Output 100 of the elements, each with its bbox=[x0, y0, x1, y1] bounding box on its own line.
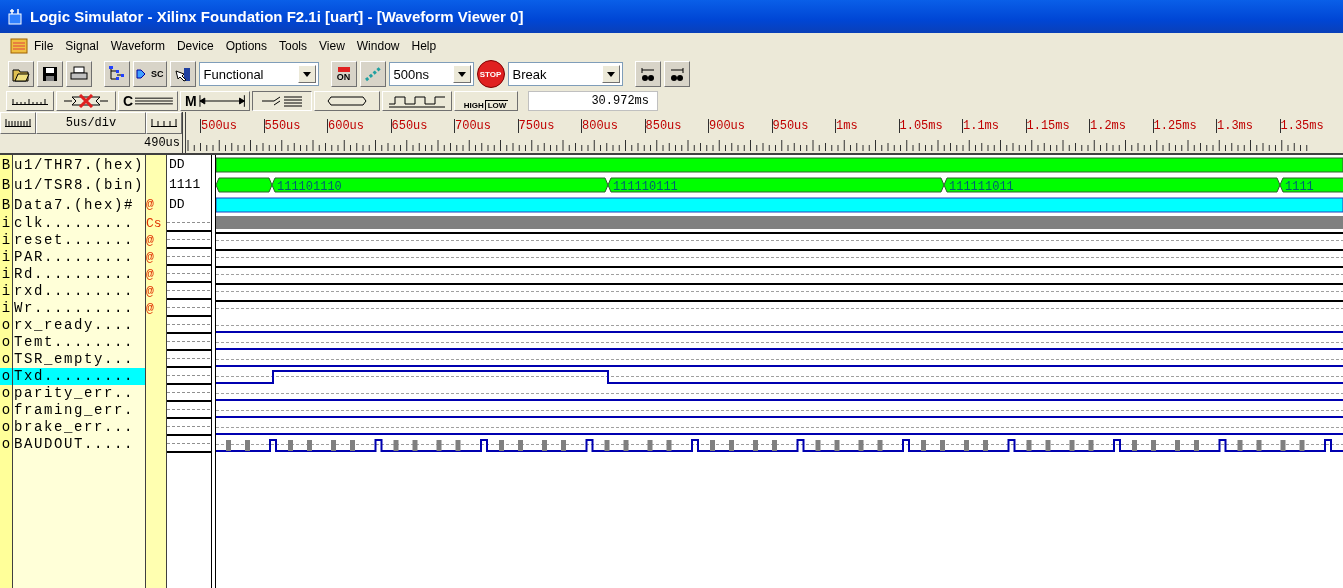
time-label: 1.25ms bbox=[1152, 119, 1216, 133]
marker-cell: Cs bbox=[146, 215, 167, 232]
save-button[interactable] bbox=[37, 61, 63, 87]
ruler-icon bbox=[12, 97, 48, 105]
signal-type: o bbox=[0, 385, 13, 402]
zoom-in-button[interactable] bbox=[0, 112, 36, 134]
signal-name[interactable]: PAR......... bbox=[13, 249, 146, 266]
signal-type: i bbox=[0, 300, 13, 317]
hand-pointer-icon bbox=[173, 65, 192, 83]
bus-icon bbox=[327, 95, 367, 107]
value-cell bbox=[167, 232, 212, 249]
pointer-button[interactable] bbox=[169, 61, 196, 87]
clear-button[interactable]: C bbox=[118, 91, 178, 111]
menu-item[interactable]: Waveform bbox=[104, 36, 171, 55]
value-cell bbox=[167, 249, 212, 266]
probe-button[interactable]: SC bbox=[133, 61, 167, 87]
find-previous-button[interactable] bbox=[634, 61, 661, 87]
marker-cell: @ bbox=[146, 300, 167, 317]
value-cell: 1111 bbox=[167, 175, 212, 195]
signal-name[interactable]: TSR_empty... bbox=[13, 351, 146, 368]
on-button[interactable]: ON bbox=[330, 61, 357, 87]
mode-dropdown[interactable]: Functional bbox=[198, 62, 319, 86]
binoculars-icon bbox=[668, 66, 685, 82]
step-dropdown[interactable]: 500ns bbox=[388, 62, 474, 86]
marker-button[interactable]: M bbox=[180, 91, 250, 111]
signal-type: B bbox=[0, 155, 13, 175]
hierarchy-button[interactable] bbox=[104, 61, 130, 87]
signal-name[interactable]: rxd......... bbox=[13, 283, 146, 300]
time-label: 1.05ms bbox=[898, 119, 962, 133]
marker-cell: @ bbox=[146, 249, 167, 266]
high-low-button[interactable]: HIGH LOW bbox=[454, 91, 518, 111]
value-cell: DD bbox=[167, 155, 212, 175]
app-icon bbox=[6, 7, 24, 26]
signal-name[interactable]: Temt........ bbox=[13, 334, 146, 351]
open-button[interactable] bbox=[8, 61, 34, 87]
menu-item[interactable]: Window bbox=[350, 36, 406, 55]
signal-type: B bbox=[0, 175, 13, 195]
signal-name[interactable]: Txd......... bbox=[13, 368, 146, 385]
time-label: 1.1ms bbox=[962, 119, 1026, 133]
time-label: 700us bbox=[454, 119, 518, 133]
signal-name[interactable]: reset....... bbox=[13, 232, 146, 249]
window-title: Logic Simulator - Xilinx Foundation F2.1i [uart] - [Waveform Viewer 0] bbox=[30, 8, 524, 25]
stop-button[interactable]: STOP bbox=[476, 60, 505, 88]
printer-icon bbox=[70, 66, 88, 82]
signal-name[interactable]: framing_err. bbox=[13, 402, 146, 419]
signal-name[interactable]: u1/THR7.(hex) bbox=[13, 155, 146, 175]
value-cell bbox=[167, 419, 212, 436]
signal-name[interactable]: u1/TSR8.(bin) bbox=[13, 175, 146, 195]
group-button[interactable] bbox=[252, 91, 312, 111]
value-cell bbox=[167, 351, 212, 368]
double-arrow-icon bbox=[198, 95, 245, 107]
value-cell bbox=[167, 368, 212, 385]
value-cell bbox=[167, 266, 212, 283]
menu-item[interactable]: Options bbox=[219, 36, 273, 55]
menu-item[interactable]: Device bbox=[170, 36, 220, 55]
merge-lines-icon bbox=[260, 95, 304, 107]
signal-name[interactable]: rx_ready.... bbox=[13, 317, 146, 334]
time-label: 1.15ms bbox=[1025, 119, 1089, 133]
crossed-bus-icon bbox=[62, 94, 110, 108]
delete-signal-button[interactable] bbox=[56, 91, 116, 111]
menu-item[interactable]: View bbox=[313, 36, 351, 55]
time-field[interactable]: 30.972ms bbox=[528, 91, 658, 111]
signal-type: o bbox=[0, 334, 13, 351]
time-label: 1.3ms bbox=[1216, 119, 1280, 133]
value-cell bbox=[167, 215, 212, 232]
menu-item[interactable]: Tools bbox=[273, 36, 313, 55]
signal-name[interactable]: parity_err.. bbox=[13, 385, 146, 402]
find-next-button[interactable] bbox=[663, 61, 690, 87]
ruler-icon bbox=[151, 119, 177, 127]
print-button[interactable] bbox=[66, 61, 92, 87]
time-label: 650us bbox=[390, 119, 454, 133]
binoculars-icon bbox=[639, 66, 656, 82]
time-label: 950us bbox=[771, 119, 835, 133]
signal-name[interactable]: clk......... bbox=[13, 215, 146, 232]
ruler-button[interactable] bbox=[6, 91, 54, 111]
bus-value: 1111 bbox=[1285, 180, 1314, 194]
lines-icon bbox=[135, 96, 173, 106]
value-cell: DD bbox=[167, 195, 212, 215]
value-cell bbox=[167, 385, 212, 402]
signal-type: o bbox=[0, 351, 13, 368]
ruler-icon bbox=[5, 119, 31, 127]
menu-item[interactable]: Signal bbox=[59, 36, 105, 55]
signal-type: i bbox=[0, 283, 13, 300]
signal-name[interactable]: brake_err... bbox=[13, 419, 146, 436]
time-label: 550us bbox=[263, 119, 327, 133]
signal-name[interactable]: Rd.......... bbox=[13, 266, 146, 283]
time-scale: 5us/div bbox=[36, 112, 146, 134]
signal-name[interactable]: Wr.......... bbox=[13, 300, 146, 317]
signal-type: i bbox=[0, 249, 13, 266]
break-dropdown[interactable]: Break bbox=[507, 62, 623, 86]
signal-name[interactable]: BAUDOUT..... bbox=[13, 436, 146, 453]
square-wave-icon bbox=[389, 94, 445, 108]
signal-name[interactable]: Data7.(hex)# bbox=[13, 195, 146, 215]
waveform-button[interactable] bbox=[382, 91, 452, 111]
time-label: 850us bbox=[644, 119, 708, 133]
menu-item[interactable]: File bbox=[28, 36, 60, 55]
stepping-button[interactable] bbox=[359, 61, 386, 87]
zoom-out-button[interactable] bbox=[146, 112, 182, 134]
menu-item[interactable]: Help bbox=[405, 36, 443, 55]
bus-button[interactable] bbox=[314, 91, 380, 111]
